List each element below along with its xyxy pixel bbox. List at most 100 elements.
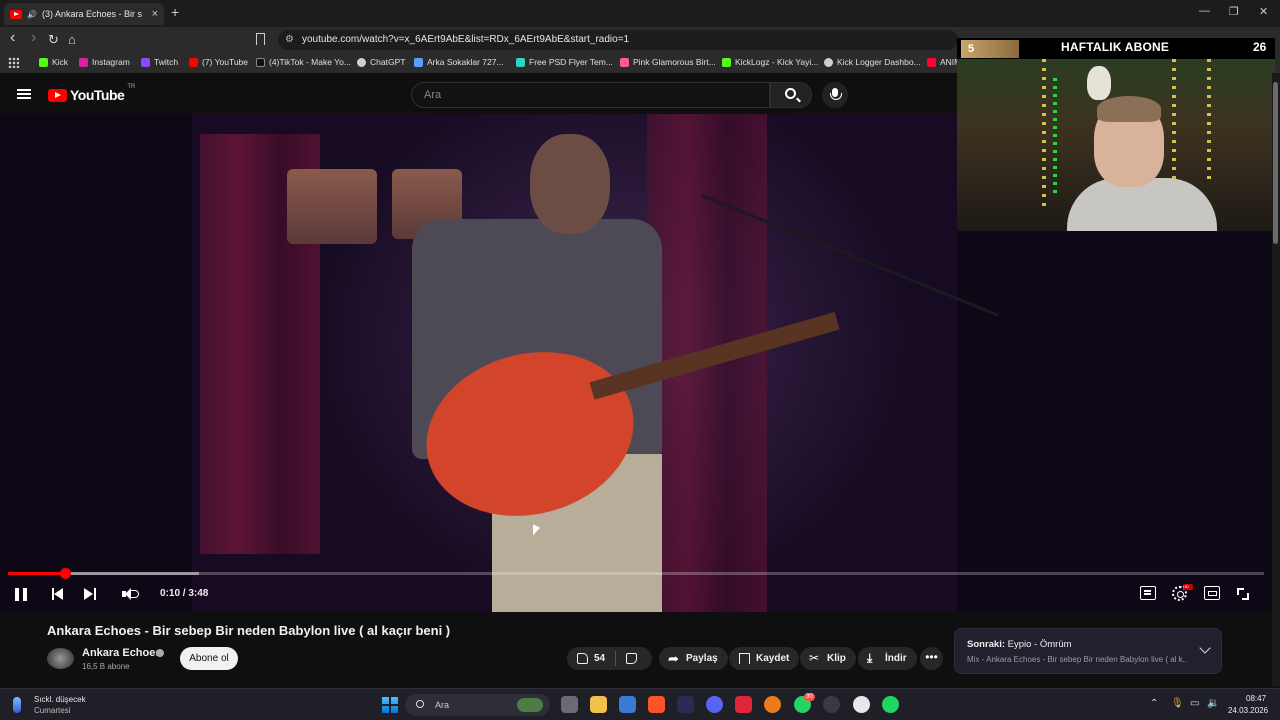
bookmark-free-psd[interactable]: Free PSD Flyer Tem... <box>516 57 613 67</box>
window-minimize-button[interactable]: — <box>1199 5 1210 17</box>
apps-grid-icon[interactable] <box>8 57 19 68</box>
bookmark-youtube[interactable]: (7) YouTube <box>189 57 248 67</box>
microphone-tray-icon[interactable]: 🎙 <box>1171 698 1184 709</box>
share-label: Paylaş <box>686 653 718 664</box>
pause-icon[interactable] <box>15 588 27 601</box>
window-close-button[interactable]: ✕ <box>1259 5 1268 18</box>
clip-button[interactable]: Klip <box>800 647 856 670</box>
channel-name[interactable]: Ankara Echoes <box>82 647 161 659</box>
bookmark-chatgpt[interactable]: ChatGPT <box>357 57 405 67</box>
channel-avatar[interactable] <box>47 648 74 669</box>
tab-close-icon[interactable]: × <box>152 8 158 20</box>
network-icon[interactable]: ▭ <box>1190 698 1199 709</box>
youtube-logo[interactable]: YouTube TR <box>48 84 135 103</box>
subscriber-count-right: 26 <box>1253 40 1267 54</box>
taskbar-search-icon <box>416 700 424 708</box>
bookmark-pink-glamorous[interactable]: Pink Glamorous Birt... <box>620 57 716 67</box>
instagram-icon <box>79 57 88 67</box>
subscriber-goal-title: HAFTALIK ABONE <box>1061 40 1170 54</box>
up-next-video-title: Eypio - Ömrüm <box>1007 639 1072 650</box>
progress-bar[interactable] <box>8 568 1264 579</box>
audio-playing-icon[interactable]: 🔊 <box>27 10 37 19</box>
subtitles-icon[interactable] <box>1140 586 1156 600</box>
task-view-icon[interactable] <box>561 696 578 713</box>
opera-icon[interactable] <box>735 696 752 713</box>
windows-start-icon[interactable] <box>382 697 398 713</box>
firefox-icon[interactable] <box>764 696 781 713</box>
kick-icon <box>39 57 48 67</box>
search-icon <box>785 88 796 99</box>
theater-mode-icon[interactable] <box>1204 586 1220 600</box>
scissors-icon <box>809 647 821 670</box>
save-icon <box>739 653 750 664</box>
bookmark-kick[interactable]: Kick <box>39 57 68 67</box>
youtube-favicon-icon <box>10 9 22 19</box>
like-icon[interactable] <box>577 653 588 664</box>
bookmark-twitch[interactable]: Twitch <box>141 57 178 67</box>
video-title: Ankara Echoes - Bir sebep Bir neden Baby… <box>47 623 451 638</box>
download-icon <box>867 647 879 670</box>
speaker-icon[interactable]: 🔉 <box>1207 698 1219 709</box>
taskbar-search[interactable]: Ara <box>405 694 550 716</box>
green-lights <box>1053 78 1057 198</box>
share-icon <box>668 647 680 670</box>
like-count[interactable]: 54 <box>594 647 605 670</box>
up-next-card[interactable]: Sonraki: Eypio - Ömrüm Mix - Ankara Echo… <box>954 628 1222 674</box>
back-button[interactable]: ‹ <box>10 29 15 47</box>
search-highlight-icon <box>517 698 543 712</box>
search-button[interactable] <box>770 82 812 108</box>
progress-played <box>8 572 65 575</box>
share-button[interactable]: Paylaş <box>659 647 728 670</box>
url-text: youtube.com/watch?v=x_6AErt9AbE&list=RDx… <box>302 34 630 45</box>
arka-sokaklar-icon <box>414 57 423 67</box>
browser-tab-active[interactable]: 🔊 (3) Ankara Echoes - Bir sebep × <box>4 3 164 25</box>
whatsapp-badge: 30 <box>804 693 815 701</box>
progress-scrubber[interactable] <box>59 568 71 579</box>
address-bar[interactable]: ⚙ youtube.com/watch?v=x_6AErt9AbE&list=R… <box>278 30 958 50</box>
menu-icon[interactable] <box>17 89 31 99</box>
clock-time[interactable]: 08:47 <box>1246 694 1266 703</box>
tray-overflow-icon[interactable]: ⌃ <box>1150 698 1158 709</box>
weather-icon[interactable] <box>13 697 21 713</box>
clock-date[interactable]: 24.03.2026 <box>1228 706 1268 715</box>
bookmark-icon[interactable] <box>256 33 265 45</box>
app-icon[interactable] <box>823 696 840 713</box>
site-info-icon[interactable]: ⚙ <box>285 30 294 50</box>
next-icon[interactable] <box>84 588 96 601</box>
brave-browser-icon[interactable] <box>648 696 665 713</box>
window-restore-button[interactable]: ❐ <box>1229 5 1239 18</box>
bookmark-kicklogz[interactable]: KickLogz - Kick Yayi... <box>722 57 818 67</box>
kick-logger-icon <box>824 57 833 67</box>
new-tab-button[interactable]: + <box>171 4 179 20</box>
search-input[interactable]: Ara <box>411 82 770 108</box>
spotify-icon[interactable] <box>882 696 899 713</box>
weather-status[interactable]: Sıckl. düşecek <box>34 695 86 704</box>
forward-button[interactable]: › <box>31 29 36 47</box>
obs-icon[interactable] <box>853 696 870 713</box>
save-button[interactable]: Kaydet <box>729 647 800 670</box>
more-actions-button[interactable]: ••• <box>920 647 943 670</box>
bookmark-instagram[interactable]: Instagram <box>79 57 130 67</box>
volume-icon[interactable] <box>122 588 140 601</box>
previous-icon[interactable] <box>52 588 64 601</box>
download-button[interactable]: İndir <box>858 647 917 670</box>
reload-button[interactable]: ↻ <box>48 32 59 48</box>
subscriber-goal-bar: 5 HAFTALIK ABONE 26 <box>957 38 1275 59</box>
dislike-icon[interactable] <box>626 653 638 664</box>
like-divider <box>615 651 617 666</box>
voice-search-icon[interactable] <box>822 82 848 108</box>
file-explorer-icon[interactable] <box>590 696 607 713</box>
subscribe-button[interactable]: Abone ol <box>180 647 238 670</box>
like-dislike-group: 54 <box>567 647 652 670</box>
bookmark-arka-sokaklar[interactable]: Arka Sokaklar 727... <box>414 57 504 67</box>
store-icon[interactable] <box>619 696 636 713</box>
discord-icon[interactable] <box>706 696 723 713</box>
chevron-down-icon[interactable] <box>1199 642 1211 654</box>
bookmark-tiktok[interactable]: (4)TikTok - Make Yo... <box>256 57 351 67</box>
bookmark-kick-logger[interactable]: Kick Logger Dashbo... <box>824 57 921 67</box>
scrollbar-thumb[interactable] <box>1273 82 1278 244</box>
nzxt-icon[interactable] <box>677 696 694 713</box>
up-next-title: Sonraki: Eypio - Ömrüm <box>967 639 1072 650</box>
home-button[interactable]: ⌂ <box>68 32 76 47</box>
fullscreen-icon[interactable] <box>1237 588 1249 600</box>
